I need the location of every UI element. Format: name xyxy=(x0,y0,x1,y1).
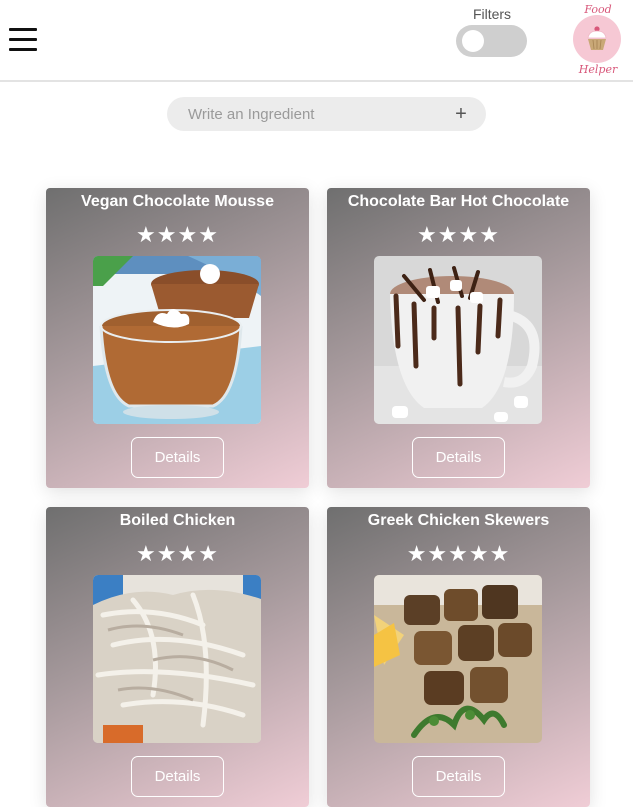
recipe-title: Vegan Chocolate Mousse xyxy=(81,193,274,210)
logo-text-top: Food xyxy=(584,3,612,16)
recipe-card: Greek Chicken Skewers ★★★★★ Details xyxy=(327,507,590,807)
details-button[interactable]: Details xyxy=(131,437,224,478)
chocolate-mousse-photo xyxy=(93,256,261,424)
menu-icon[interactable] xyxy=(9,28,37,52)
recipe-title: Chocolate Bar Hot Chocolate xyxy=(347,193,570,210)
chicken-skewers-photo xyxy=(374,575,542,743)
logo-text-bottom: Helper xyxy=(578,63,618,76)
recipe-card: Vegan Chocolate Mousse ★★★★ Details xyxy=(46,188,309,488)
rating-stars: ★★★★ xyxy=(136,542,219,567)
rating-stars: ★★★★★ xyxy=(406,542,511,567)
add-ingredient-icon[interactable]: + xyxy=(450,103,472,125)
details-button[interactable]: Details xyxy=(131,756,224,797)
details-button[interactable]: Details xyxy=(412,437,505,478)
shredded-chicken-photo xyxy=(93,575,261,743)
filters-toggle[interactable] xyxy=(456,25,527,57)
recipe-card: Chocolate Bar Hot Chocolate ★★★★ Details xyxy=(327,188,590,488)
filters-label: Filters xyxy=(472,6,512,22)
recipe-card: Boiled Chicken ★★★★ Details xyxy=(46,507,309,807)
ingredient-input[interactable] xyxy=(167,97,437,131)
recipe-title: Boiled Chicken xyxy=(119,512,236,529)
hot-chocolate-photo xyxy=(374,256,542,424)
app-header: Filters Food Helper xyxy=(0,0,633,82)
details-button[interactable]: Details xyxy=(412,756,505,797)
toggle-knob xyxy=(462,30,484,52)
cupcake-icon xyxy=(587,26,607,50)
recipe-title: Greek Chicken Skewers xyxy=(367,512,550,529)
rating-stars: ★★★★ xyxy=(136,223,219,248)
rating-stars: ★★★★ xyxy=(417,223,500,248)
food-helper-logo[interactable]: Food Helper xyxy=(572,3,624,77)
ingredient-search: + xyxy=(167,97,486,131)
